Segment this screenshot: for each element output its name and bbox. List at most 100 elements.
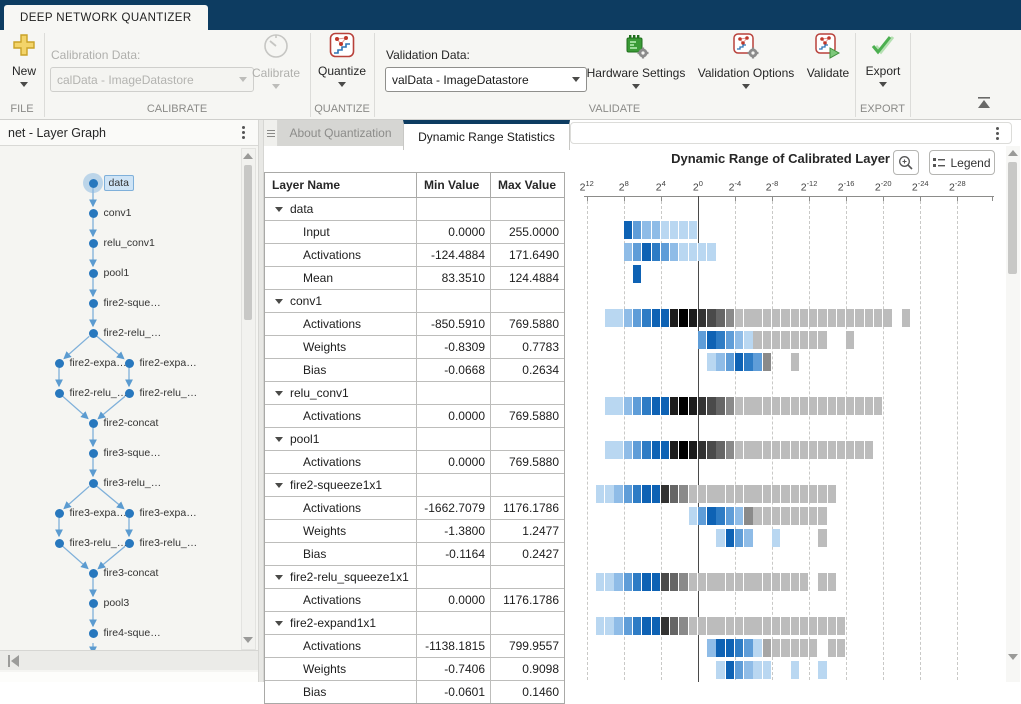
- table-row[interactable]: Bias-0.06010.1460: [265, 681, 564, 703]
- graph-node-pool1[interactable]: pool1: [89, 265, 130, 281]
- node-dot-icon: [89, 269, 98, 278]
- graph-node-fire2-relu-[interactable]: fire2-relu_…: [89, 325, 162, 341]
- graph-node-pool3[interactable]: pool3: [89, 595, 130, 611]
- table-cell: 0.0000: [417, 589, 491, 611]
- table-group-row[interactable]: conv1: [265, 290, 564, 313]
- collapse-triangle-icon[interactable]: [275, 621, 283, 626]
- table-cell: -0.0668: [417, 359, 491, 381]
- graph-node-fire2-sque-[interactable]: fire2-sque…: [89, 295, 161, 311]
- graph-node-fire3-expa-[interactable]: fire3-expa…: [125, 505, 197, 521]
- collapse-triangle-icon[interactable]: [275, 483, 283, 488]
- calibration-data-combo[interactable]: calData - ImageDatastore: [50, 67, 254, 92]
- col-max-value[interactable]: Max Value: [491, 173, 564, 197]
- table-row[interactable]: Bias-0.06680.2634: [265, 359, 564, 382]
- tab-grip-icon[interactable]: [264, 120, 278, 146]
- table-row[interactable]: Activations0.00001176.1786: [265, 589, 564, 612]
- histogram-cell: [800, 485, 808, 503]
- table-group-row[interactable]: fire2-relu_squeeze1x1: [265, 566, 564, 589]
- panel-menu-icon[interactable]: [236, 126, 250, 139]
- chart-zoom-button[interactable]: [893, 150, 919, 175]
- validation-data-combo[interactable]: valData - ImageDatastore: [385, 67, 587, 92]
- graph-node-data[interactable]: data: [89, 175, 134, 191]
- legend-button[interactable]: Legend: [929, 150, 995, 175]
- scroll-down-icon[interactable]: [243, 637, 253, 643]
- collapse-toolstrip-button[interactable]: [975, 96, 993, 110]
- graph-node-relu-conv1[interactable]: relu_conv1: [89, 235, 155, 251]
- col-layer-name[interactable]: Layer Name: [265, 173, 417, 197]
- node-dot-icon: [125, 539, 134, 548]
- table-row[interactable]: Weights-0.83090.7783: [265, 336, 564, 359]
- graph-node-fire4-sque-[interactable]: fire4-sque…: [89, 625, 161, 641]
- histogram-cell: [883, 309, 891, 327]
- collapse-triangle-icon[interactable]: [275, 437, 283, 442]
- table-group-row[interactable]: fire2-expand1x1: [265, 612, 564, 635]
- node-dot-icon: [55, 539, 64, 548]
- table-row[interactable]: Activations-124.4884171.6490: [265, 244, 564, 267]
- table-group-row[interactable]: relu_conv1: [265, 382, 564, 405]
- histogram-cell: [698, 331, 706, 349]
- table-cell: -850.5910: [417, 313, 491, 335]
- graph-node-fire3-sque-[interactable]: fire3-sque…: [89, 445, 161, 461]
- validation-options-button[interactable]: Validation Options: [696, 32, 796, 89]
- graph-node-fire2-concat[interactable]: fire2-concat: [89, 415, 159, 431]
- document-bar-menu-icon[interactable]: [990, 127, 1004, 140]
- graph-node-fire2-expa-[interactable]: fire2-expa…: [55, 355, 127, 371]
- calibrate-button[interactable]: Calibrate: [248, 32, 304, 89]
- scrollbar-thumb[interactable]: [1008, 162, 1017, 274]
- validate-button[interactable]: Validate: [805, 32, 851, 80]
- histogram-cell: [781, 441, 789, 459]
- table-row[interactable]: Activations-850.5910769.5880: [265, 313, 564, 336]
- table-group-row[interactable]: data: [265, 198, 564, 221]
- graph-node-fire3-relu-[interactable]: fire3-relu_…: [89, 475, 162, 491]
- quantize-button[interactable]: Quantize: [315, 32, 369, 87]
- scroll-up-icon[interactable]: [1008, 150, 1018, 156]
- col-min-value[interactable]: Min Value: [417, 173, 491, 197]
- layer-graph-vscrollbar[interactable]: [241, 148, 256, 650]
- layer-graph-canvas[interactable]: data conv1 relu_conv1 pool1 fire2-sque… fire2…: [0, 146, 240, 650]
- table-row[interactable]: Activations0.0000769.5880: [265, 451, 564, 474]
- node-dot-icon: [89, 599, 98, 608]
- hardware-settings-button[interactable]: Hardware Settings: [586, 32, 686, 89]
- scrollbar-thumb[interactable]: [244, 165, 252, 320]
- table-row[interactable]: Activations0.0000769.5880: [265, 405, 564, 428]
- table-group-row[interactable]: fire2-squeeze1x1: [265, 474, 564, 497]
- histogram-cell: [642, 221, 650, 239]
- graph-node-fire2-relu-[interactable]: fire2-relu_…: [125, 385, 198, 401]
- title-bar: DEEP NETWORK QUANTIZER: [0, 0, 1021, 30]
- histogram-cell: [763, 661, 771, 679]
- graph-node-fire3-expa-[interactable]: fire3-expa…: [55, 505, 127, 521]
- collapse-triangle-icon[interactable]: [275, 575, 283, 580]
- scroll-to-start-icon[interactable]: [6, 654, 22, 668]
- histogram-cell: [707, 353, 715, 371]
- histogram-cell: [716, 639, 724, 657]
- app-title-tab[interactable]: DEEP NETWORK QUANTIZER: [4, 5, 208, 30]
- new-button[interactable]: New: [4, 32, 44, 87]
- table-row[interactable]: Activations-1662.70791176.1786: [265, 497, 564, 520]
- scroll-down-icon[interactable]: [1008, 654, 1018, 660]
- collapse-triangle-icon[interactable]: [275, 391, 283, 396]
- graph-node-fire2-relu-[interactable]: fire2-relu_…: [55, 385, 128, 401]
- table-row[interactable]: Weights-1.38001.2477: [265, 520, 564, 543]
- layer-graph-hscrollbar[interactable]: [0, 650, 258, 670]
- graph-node-fire3-relu-[interactable]: fire3-relu_…: [125, 535, 198, 551]
- scroll-up-icon[interactable]: [243, 153, 253, 159]
- table-row[interactable]: Weights-0.74060.9098: [265, 658, 564, 681]
- collapse-triangle-icon[interactable]: [275, 207, 283, 212]
- graph-node-fire3-relu-[interactable]: fire3-relu_…: [55, 535, 128, 551]
- table-row[interactable]: Bias-0.11640.2427: [265, 543, 564, 566]
- table-group-row[interactable]: pool1: [265, 428, 564, 451]
- histogram-cell: [652, 221, 660, 239]
- collapse-triangle-icon[interactable]: [275, 299, 283, 304]
- table-row[interactable]: Mean83.3510124.4884: [265, 267, 564, 290]
- graph-node-fire2-expa-[interactable]: fire2-expa…: [125, 355, 197, 371]
- table-row[interactable]: Input0.0000255.0000: [265, 221, 564, 244]
- tab-dynamic-range-statistics[interactable]: Dynamic Range Statistics: [403, 120, 570, 150]
- graph-node-conv1[interactable]: conv1: [89, 205, 132, 221]
- histogram-cell: [716, 353, 724, 371]
- tab-about-quantization[interactable]: About Quantization: [278, 120, 404, 146]
- histogram-cell: [735, 617, 743, 635]
- chart-vscrollbar[interactable]: [1006, 146, 1020, 682]
- table-row[interactable]: Activations-1138.1815799.9557: [265, 635, 564, 658]
- export-button[interactable]: Export: [860, 32, 906, 87]
- graph-node-fire3-concat[interactable]: fire3-concat: [89, 565, 159, 581]
